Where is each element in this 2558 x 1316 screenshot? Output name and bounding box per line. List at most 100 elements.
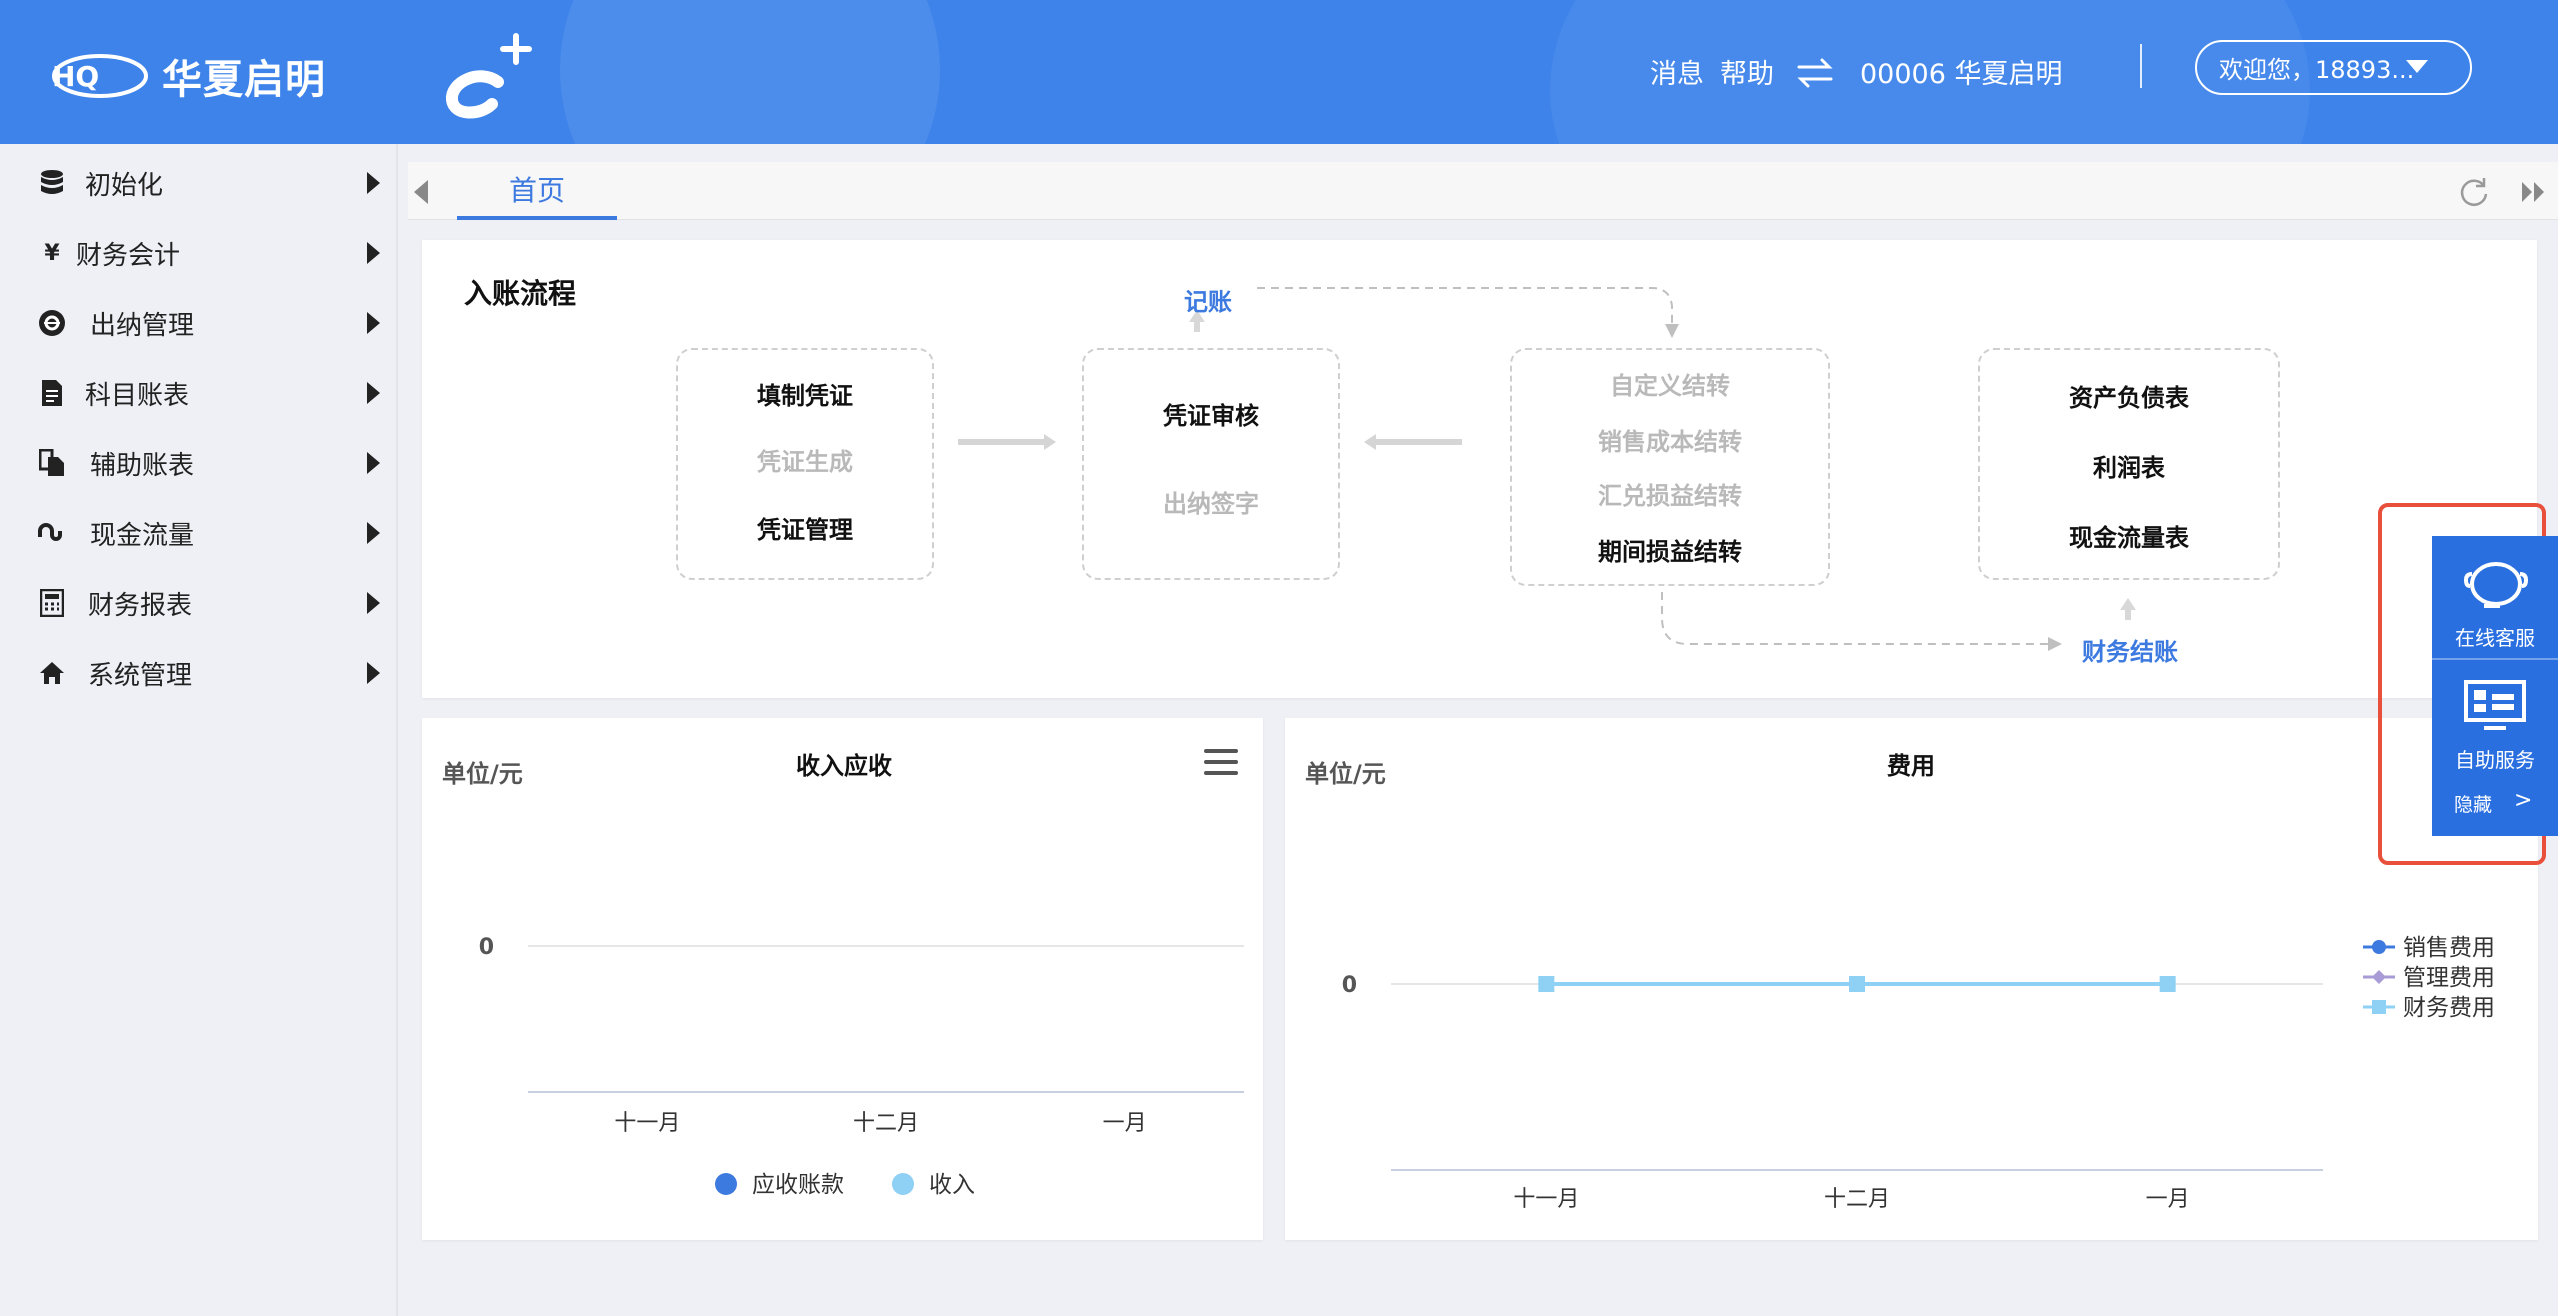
switch-company-icon[interactable] (1795, 56, 1835, 90)
cash-flow-statement-link[interactable]: 现金流量表 (1980, 518, 2278, 553)
generate-voucher-link[interactable]: 凭证生成 (678, 442, 932, 477)
id-card-icon (2464, 680, 2526, 730)
manage-voucher-link[interactable]: 凭证管理 (678, 510, 932, 545)
sidebar-item-system[interactable]: 系统管理 (0, 638, 398, 708)
header-decoration (560, 0, 940, 144)
legend-marker (2372, 1000, 2386, 1014)
caret-right-icon (367, 452, 380, 474)
yen-icon: ¥ (44, 240, 60, 266)
exchange-carryover-link[interactable]: 汇兑损益结转 (1512, 476, 1828, 511)
sidebar-item-label: 系统管理 (88, 660, 193, 691)
online-service-button[interactable]: 在线客服 (2432, 536, 2558, 662)
sidebar-item-cashier[interactable]: 出纳管理 (0, 288, 398, 358)
legend-label: 收入 (929, 1172, 975, 1198)
sidebar-item-auxiliary[interactable]: 辅助账表 (0, 428, 398, 498)
legend-label: 财务费用 (2403, 995, 2495, 1021)
sidebar-item-label: 出纳管理 (90, 310, 195, 341)
logo-mark-text: HQ (52, 60, 99, 93)
statements-box: 资产负债表 利润表 现金流量表 (1978, 348, 2280, 580)
caret-right-icon (367, 242, 380, 264)
data-point (1849, 976, 1865, 992)
caret-right-icon (367, 312, 380, 334)
hide-service-button[interactable]: 隐藏 (2454, 790, 2492, 817)
sidebar-item-accounting[interactable]: ¥ 财务会计 (0, 218, 398, 288)
legend-marker (2372, 970, 2386, 984)
legend-marker (2372, 940, 2386, 954)
caret-right-icon (367, 382, 380, 404)
x-tick-label: 十二月 (853, 1111, 919, 1136)
user-greeting: 欢迎您，18893... (2219, 56, 2415, 84)
x-tick-label: 一月 (1103, 1111, 1147, 1136)
legend-label: 销售费用 (2403, 935, 2495, 961)
x-tick-label: 一月 (2146, 1187, 2190, 1212)
sales-cost-carryover-link[interactable]: 销售成本结转 (1512, 422, 1828, 457)
chart-plot: 0 十一月 十二月 一月 销售费用管理费用财务费用 (1342, 935, 2495, 1212)
service-panel: 在线客服 自助服务 隐藏 > (2432, 536, 2558, 836)
bookkeeping-link[interactable]: 记账 (1184, 282, 1232, 317)
data-point (1538, 976, 1555, 992)
top-header: HQ 华夏启明 消息 帮助 00006 华夏启明 欢迎您，18893... (0, 0, 2558, 144)
audit-voucher-link[interactable]: 凭证审核 (1084, 396, 1338, 431)
sidebar-item-ledger[interactable]: 科目账表 (0, 358, 398, 428)
caret-right-icon (367, 592, 380, 614)
home-icon (36, 657, 68, 689)
sidebar-item-init[interactable]: 初始化 (0, 148, 398, 218)
financial-closing-link[interactable]: 财务结账 (2082, 632, 2178, 667)
x-tick-label: 十一月 (614, 1111, 680, 1136)
database-icon (36, 167, 68, 199)
x-tick-label: 十二月 (1824, 1187, 1890, 1212)
y-tick-label: 0 (479, 935, 494, 960)
tab-next-icon[interactable] (2518, 178, 2548, 206)
caret-down-icon (2406, 60, 2428, 73)
expense-chart: 单位/元 费用 0 十一月 十二月 一月 销售费用 管理费用 财务费用 (1285, 718, 2538, 1240)
period-profit-carryover-link[interactable]: 期间损益结转 (1512, 532, 1828, 567)
balance-sheet-link[interactable]: 资产负债表 (1980, 378, 2278, 413)
chevron-right-icon[interactable]: > (2514, 788, 2532, 813)
legend-label: 管理费用 (2403, 965, 2495, 991)
sidebar-item-label: 初始化 (85, 170, 164, 201)
copy-icon (36, 447, 68, 479)
header-divider (2140, 44, 2142, 88)
sidebar-item-label: 辅助账表 (90, 450, 195, 481)
custom-carryover-link[interactable]: 自定义结转 (1512, 366, 1828, 401)
cashier-icon (36, 307, 68, 339)
refresh-icon[interactable] (2456, 174, 2492, 210)
tab-home[interactable]: 首页 (457, 162, 617, 220)
flow-title: 入账流程 (464, 277, 577, 310)
self-service-label: 自助服务 (2455, 748, 2535, 772)
sidebar-item-label: 财务报表 (88, 590, 193, 621)
help-link[interactable]: 帮助 (1720, 52, 1774, 91)
sidebar-item-cashflow[interactable]: 现金流量 (0, 498, 398, 568)
headset-icon (2464, 562, 2528, 608)
y-tick-label: 0 (1342, 973, 1357, 998)
document-icon (36, 377, 68, 409)
calculator-icon (36, 587, 68, 619)
chart-plot: 0 十一月 十二月 一月应收账款 收入 (479, 935, 1244, 1198)
brand-name: 华夏启明 (162, 56, 326, 103)
legend-marker (715, 1173, 737, 1195)
c-plus-icon (446, 33, 532, 119)
caret-right-icon (367, 662, 380, 684)
caret-right-icon (367, 522, 380, 544)
sidebar-item-label: 财务会计 (76, 240, 181, 271)
online-service-label: 在线客服 (2455, 626, 2535, 650)
tab-prev-icon[interactable] (414, 180, 428, 204)
user-menu-dropdown[interactable]: 欢迎您，18893... (2195, 40, 2472, 95)
income-receivable-chart: 单位/元 收入应收 0 十一月 十二月 一月 应收账款 收入 (422, 718, 1263, 1240)
posting-flow-panel: 入账流程 记账 财务结账 填制凭证 凭证生成 凭证管理 凭证审核 出纳签字 自定… (422, 240, 2537, 698)
sidebar-item-label: 科目账表 (85, 380, 190, 411)
stumbleupon-icon (36, 517, 68, 549)
sidebar-item-label: 现金流量 (90, 520, 195, 551)
sidebar: 初始化 ¥ 财务会计 出纳管理 科目账表 辅助账表 现金流量 财务报表 系统管理 (0, 144, 398, 1316)
messages-link[interactable]: 消息 (1650, 52, 1704, 91)
logo-mark-icon: HQ (52, 54, 148, 98)
company-name: 00006 华夏启明 (1860, 59, 2063, 90)
cashier-sign-link[interactable]: 出纳签字 (1084, 484, 1338, 519)
sidebar-item-reports[interactable]: 财务报表 (0, 568, 398, 638)
data-point (2159, 976, 2176, 992)
income-statement-link[interactable]: 利润表 (1980, 448, 2278, 483)
self-service-button[interactable]: 自助服务 (2432, 660, 2558, 786)
legend-marker (892, 1173, 914, 1195)
brand-logo[interactable]: HQ 华夏启明 (38, 46, 326, 106)
fill-voucher-link[interactable]: 填制凭证 (678, 376, 932, 411)
